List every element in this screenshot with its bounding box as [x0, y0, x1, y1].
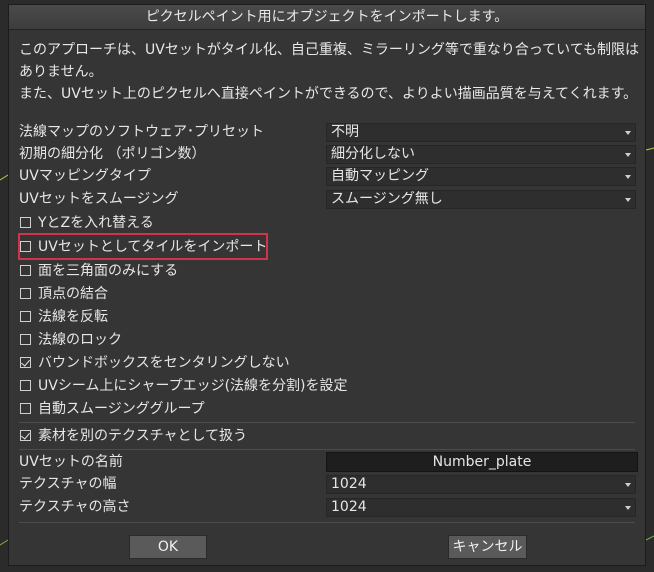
checkbox-label: 面を三角面のみにする — [38, 263, 179, 279]
checkbox-label: 法線のロック — [38, 332, 122, 348]
divider — [19, 422, 635, 423]
checkbox-box[interactable] — [20, 217, 31, 228]
texture-width-value: 1024 — [331, 476, 367, 492]
uv-smoothing-value: スムージング無し — [331, 191, 443, 207]
uv-smoothing-row: UVセットをスムージング スムージング無し — [19, 189, 639, 210]
normal-map-preset-select[interactable]: 不明 — [326, 123, 636, 142]
checkbox-box[interactable] — [20, 430, 31, 441]
texture-height-row: テクスチャの高さ 1024 — [19, 497, 639, 518]
checkbox-label: 自動スムージンググループ — [38, 401, 205, 417]
chevron-down-icon — [625, 153, 631, 157]
texture-width-row: テクスチャの幅 1024 — [19, 474, 639, 495]
subdivision-select[interactable]: 細分化しない — [326, 145, 636, 164]
checkbox-box[interactable] — [20, 403, 31, 414]
dialog-title: ピクセルペイント用にオブジェクトをインポートします。 — [9, 5, 645, 30]
checkbox-box[interactable] — [20, 311, 31, 322]
divider — [19, 449, 635, 450]
texture-height-label: テクスチャの高さ — [19, 499, 131, 515]
texture-height-select[interactable]: 1024 — [326, 498, 636, 517]
subdivision-row: 初期の細分化 （ポリゴン数） 細分化しない — [19, 144, 639, 165]
subdivision-label: 初期の細分化 （ポリゴン数） — [19, 146, 206, 162]
texture-width-select[interactable]: 1024 — [326, 475, 636, 494]
checkbox-label: UVシーム上にシャープエッジ(法線を分割)を設定 — [38, 378, 348, 394]
uvset-name-label: UVセットの名前 — [19, 454, 123, 470]
uvset-name-input[interactable]: Number_plate — [326, 452, 638, 472]
chevron-down-icon — [625, 131, 631, 135]
checkbox-label: 素材を別のテクスチャとして扱う — [38, 428, 248, 444]
uv-smoothing-label: UVセットをスムージング — [19, 191, 179, 207]
chevron-down-icon — [625, 506, 631, 510]
subdivision-value: 細分化しない — [331, 146, 415, 162]
description-line: ありません。 — [19, 64, 103, 80]
description: このアプローチは、UVセットがタイル化、自己重複、ミラーリング等で重なり合ってい… — [19, 39, 639, 105]
chevron-down-icon — [625, 175, 631, 179]
description-line: このアプローチは、UVセットがタイル化、自己重複、ミラーリング等で重なり合ってい… — [19, 42, 640, 58]
uv-mapping-type-select[interactable]: 自動マッピング — [326, 167, 636, 186]
uv-mapping-type-label: UVマッピングタイプ — [19, 168, 151, 184]
uv-mapping-type-value: 自動マッピング — [331, 168, 429, 184]
chevron-down-icon — [625, 198, 631, 202]
uv-mapping-type-row: UVマッピングタイプ 自動マッピング — [19, 166, 639, 187]
checkbox-box[interactable] — [20, 380, 31, 391]
checkbox-box[interactable] — [20, 334, 31, 345]
checkbox-box[interactable] — [20, 357, 31, 368]
checkbox-label: バウンドボックスをセンタリングしない — [38, 355, 290, 371]
highlight-box — [18, 233, 268, 260]
checkbox-label: 頂点の結合 — [38, 286, 108, 302]
texture-width-label: テクスチャの幅 — [19, 476, 117, 492]
ok-button[interactable]: OK — [129, 535, 207, 559]
checkbox-box[interactable] — [20, 265, 31, 276]
description-line: また、UVセット上のピクセルへ直接ペイントができるので、よりよい描画品質を与えて… — [19, 86, 638, 102]
checkbox-box[interactable] — [20, 288, 31, 299]
checkbox-label: 法線を反転 — [38, 309, 108, 325]
import-dialog: ピクセルペイント用にオブジェクトをインポートします。 このアプローチは、UVセッ… — [8, 4, 646, 566]
normal-map-preset-row: 法線マップのソフトウェア･プリセット 不明 — [19, 122, 639, 143]
checkbox-label: YとZを入れ替える — [38, 215, 154, 231]
cancel-button[interactable]: キャンセル — [448, 535, 527, 559]
normal-map-preset-value: 不明 — [331, 124, 359, 140]
texture-height-value: 1024 — [331, 499, 367, 515]
normal-map-preset-label: 法線マップのソフトウェア･プリセット — [19, 124, 264, 140]
divider — [19, 522, 635, 523]
chevron-down-icon — [625, 483, 631, 487]
uv-smoothing-select[interactable]: スムージング無し — [326, 190, 636, 209]
